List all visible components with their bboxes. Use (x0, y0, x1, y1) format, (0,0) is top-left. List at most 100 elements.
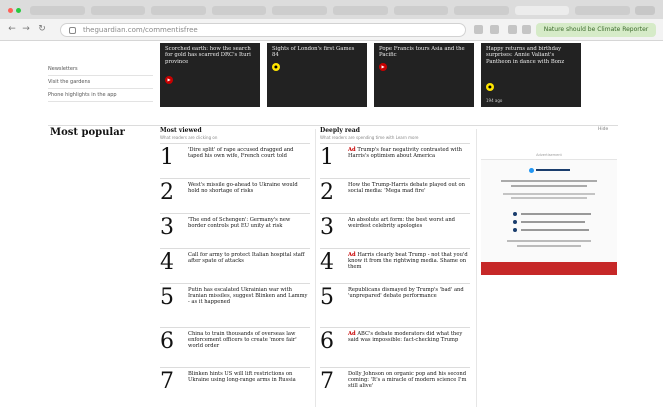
list-item[interactable]: 1 'Dire split' of rape accused dragged a… (160, 143, 310, 177)
list-item[interactable]: 7 Dolly Johnson on organic pop and his s… (320, 367, 470, 401)
rank-number: 2 (160, 180, 174, 205)
ad-cta-button[interactable] (481, 262, 617, 275)
rank-number: 3 (160, 215, 174, 240)
headline-link[interactable]: West's missile go-ahead to Ukraine would… (188, 182, 308, 194)
headline-link[interactable]: 'The end of Schengen': Germany's new bor… (188, 217, 308, 229)
learn-more-link[interactable]: Learn more (396, 135, 419, 140)
play-badge-icon: ▶ (165, 76, 173, 84)
browser-tab[interactable] (30, 6, 85, 15)
story-card[interactable]: Scorched earth: how the search for gold … (160, 43, 260, 107)
ad-logo-icon (529, 168, 534, 173)
browser-tab[interactable] (211, 6, 267, 15)
list-item[interactable]: 7 Blinken hints US will lift restriction… (160, 367, 310, 401)
headline-link[interactable]: Call for army to protect Italian hospita… (188, 252, 308, 264)
download-icon[interactable] (508, 25, 517, 34)
headline-link[interactable]: 'Dire split' of rape accused dragged and… (188, 147, 308, 159)
rank-number: 2 (320, 180, 334, 205)
rank-number: 7 (160, 369, 174, 394)
headline-link[interactable]: How the Trump-Harris debate played out o… (348, 182, 468, 194)
list-item[interactable]: 5 Republicans dismayed by Trump's 'bad' … (320, 283, 470, 317)
kicker: Ad (348, 147, 356, 153)
sidebar-link[interactable]: Visit the gardens (48, 76, 153, 89)
rank-number: 1 (160, 145, 174, 170)
most-viewed-column: Most viewed What readers are clicking on… (160, 127, 310, 394)
tab-overflow-button[interactable] (635, 6, 655, 15)
story-card[interactable]: Happy returns and birthday surprises: An… (481, 43, 581, 107)
browser-tab[interactable] (575, 6, 630, 15)
url-text: theguardian.com/commentisfree (83, 26, 198, 34)
headline-link[interactable]: Republicans dismayed by Trump's 'bad' an… (348, 287, 468, 299)
list-item[interactable]: 5 Putin has escalated Ukrainian war with… (160, 283, 310, 317)
extensions-icon[interactable] (490, 25, 499, 34)
ad-text-line (517, 245, 581, 247)
browser-tab-active[interactable] (514, 6, 570, 15)
browser-tab[interactable] (454, 6, 509, 15)
story-card-title: Scorched earth: how the search for gold … (165, 46, 251, 65)
story-card[interactable]: Sights of London's first Games 84 ● (267, 43, 367, 107)
page: Newsletters Visit the gardens Phone high… (0, 41, 663, 407)
ad-text-line (507, 240, 591, 242)
window-maximize-icon[interactable] (16, 8, 21, 13)
most-viewed-heading: Most viewed (160, 127, 202, 134)
story-card-title: Happy returns and birthday surprises: An… (486, 46, 565, 65)
browser-tab[interactable] (332, 6, 388, 15)
deeply-read-heading: Deeply read (320, 127, 360, 134)
ad-text-line (511, 185, 587, 187)
sidebar-link[interactable]: Newsletters (48, 63, 153, 76)
hide-button[interactable]: Hide (598, 127, 608, 132)
profile-icon[interactable] (522, 25, 531, 34)
browser-tab[interactable] (393, 6, 449, 15)
rank-number: 5 (160, 285, 174, 310)
story-card-title: Sights of London's first Games 84 (272, 46, 355, 59)
headline-link[interactable]: Dolly Johnson on organic pop and his sec… (348, 371, 468, 390)
deeply-read-subheading: What readers are spending time with Lear… (320, 135, 470, 140)
bullet-icon (513, 212, 517, 216)
sidebar-link[interactable]: Phone highlights in the app (48, 89, 153, 102)
section-divider (48, 125, 618, 126)
ad-text-line (521, 229, 589, 231)
bullet-icon (513, 220, 517, 224)
list-item[interactable]: 4 Call for army to protect Italian hospi… (160, 248, 310, 282)
forward-arrow-icon[interactable]: → (20, 23, 32, 36)
browser-tab[interactable] (90, 6, 146, 15)
browser-toolbar: ← → ↻ theguardian.com/commentisfree Natu… (0, 19, 663, 41)
rank-number: 1 (320, 145, 334, 170)
window-close-icon[interactable] (8, 8, 13, 13)
reload-icon[interactable]: ↻ (36, 23, 48, 36)
kicker: Ad (348, 252, 356, 258)
camera-badge-icon: ● (272, 63, 280, 71)
headline-text: ABC's debate moderators did what they sa… (348, 331, 463, 344)
headline-link[interactable]: Blinken hints US will lift restrictions … (188, 371, 308, 383)
ad-text-line (521, 213, 591, 215)
browser-tab[interactable] (272, 6, 327, 15)
headline-link[interactable]: China to train thousands of overseas law… (188, 331, 308, 350)
headline-link[interactable]: Ad ABC's debate moderators did what they… (348, 331, 468, 343)
list-item[interactable]: 3 'The end of Schengen': Germany's new b… (160, 213, 310, 247)
advertisement-label: Advertisement (536, 153, 562, 157)
deeply-read-column: Deeply read What readers are spending ti… (320, 127, 470, 394)
list-item[interactable]: 3 An absolute art form: the best worst a… (320, 213, 470, 247)
list-item[interactable]: 2 West's missile go-ahead to Ukraine wou… (160, 178, 310, 212)
list-item[interactable]: 1 Ad Trump's fear negativity contrasted … (320, 143, 470, 177)
browser-tab[interactable] (151, 6, 206, 15)
story-card[interactable]: Pope Francis tours Asia and the Pacific … (374, 43, 474, 107)
address-bar[interactable]: theguardian.com/commentisfree (60, 23, 466, 37)
rank-number: 3 (320, 215, 334, 240)
rank-number: 4 (320, 250, 334, 275)
bookmark-star-icon[interactable] (474, 25, 483, 34)
headline-text: Trump's fear negativity contrasted with … (348, 147, 462, 160)
headline-link[interactable]: An absolute art form: the best worst and… (348, 217, 468, 229)
headline-link[interactable]: Ad Trump's fear negativity contrasted wi… (348, 147, 468, 159)
ad-brand-text (536, 169, 570, 171)
list-item[interactable]: 6 Ad ABC's debate moderators did what th… (320, 327, 470, 361)
list-item[interactable]: 2 How the Trump-Harris debate played out… (320, 178, 470, 212)
list-item[interactable]: 4 Ad Harris clearly beat Trump - not tha… (320, 248, 470, 282)
list-item[interactable]: 6 China to train thousands of overseas l… (160, 327, 310, 361)
browser-tab-bar (0, 0, 663, 19)
headline-link[interactable]: Putin has escalated Ukrainian war with I… (188, 287, 308, 306)
advertisement[interactable] (481, 159, 617, 275)
tab-strip (30, 6, 630, 15)
extension-button[interactable]: Nature should be Climate Reporter (536, 23, 656, 37)
back-arrow-icon[interactable]: ← (6, 23, 18, 36)
headline-link[interactable]: Ad Harris clearly beat Trump - not that … (348, 252, 468, 271)
